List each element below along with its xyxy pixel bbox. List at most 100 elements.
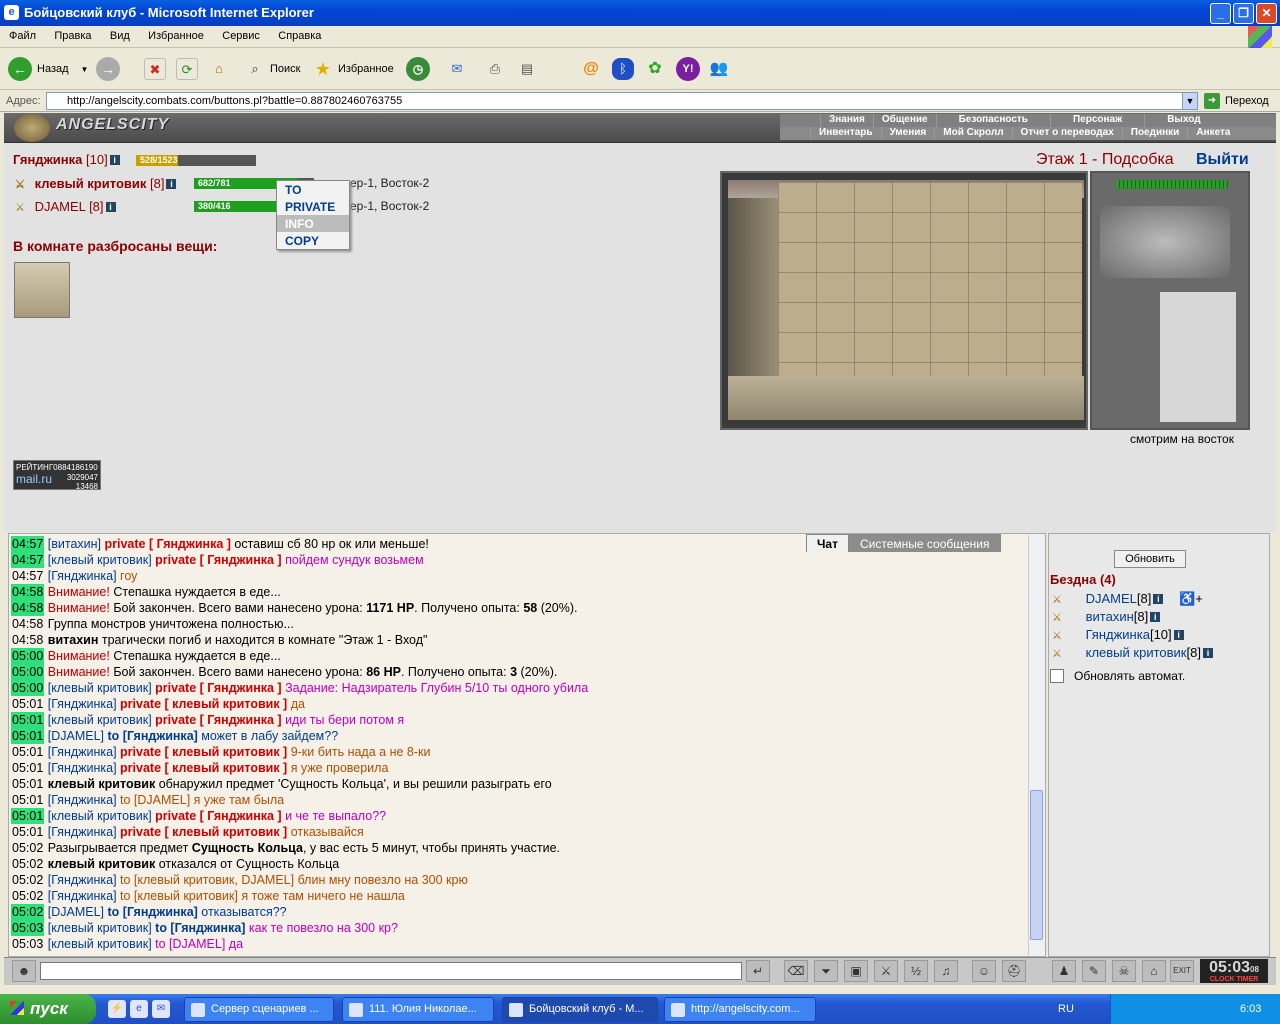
task-fight-club[interactable]: Бойцовский клуб - M... <box>502 997 658 1022</box>
print-button[interactable]: ⎙ <box>484 56 506 82</box>
chat-timestamp[interactable]: 05:01 <box>11 712 45 728</box>
ctx-copy[interactable]: COPY <box>277 232 349 249</box>
nav-transfers[interactable]: Отчет о переводах <box>1011 127 1122 140</box>
chat-timestamp[interactable]: 05:01 <box>11 824 44 840</box>
minimize-button[interactable]: _ <box>1210 3 1231 24</box>
split-icon[interactable]: ½ <box>904 960 928 982</box>
nav-skills[interactable]: Умения <box>880 127 935 140</box>
chat-recipient[interactable]: private [ Гянджинка ] <box>155 713 285 727</box>
chat-timestamp[interactable]: 05:00 <box>11 664 45 680</box>
chat-sender[interactable]: [клевый критовик] <box>48 937 155 951</box>
chat-timestamp[interactable]: 05:03 <box>11 920 45 936</box>
send-arrow-icon[interactable]: ↵ <box>746 960 770 982</box>
smile-icon[interactable]: ☺ <box>972 960 996 982</box>
edit-button[interactable]: ▤ <box>516 56 538 82</box>
menu-tools[interactable]: Сервис <box>213 26 266 42</box>
mailru-agent-button[interactable]: @ <box>580 56 602 82</box>
history-button[interactable]: ◷ <box>406 56 430 82</box>
chat-recipient[interactable]: private [ клевый критовик ] <box>120 745 291 759</box>
search-button[interactable]: ⌕ Поиск <box>244 56 300 82</box>
chat-sender[interactable]: [DJAMEL] <box>48 729 108 743</box>
close-button[interactable]: ✕ <box>1256 3 1277 24</box>
chat-recipient[interactable]: private [ Гянджинка ] <box>104 537 234 551</box>
chat-timestamp[interactable]: 05:01 <box>11 792 44 808</box>
scroll-item-icon[interactable] <box>14 262 70 318</box>
chat-recipient[interactable]: to [Гянджинка] <box>155 921 249 935</box>
dropdown-icon[interactable]: ▼ <box>81 65 89 74</box>
chat-timestamp[interactable]: 05:02 <box>11 856 44 872</box>
chat-timestamp[interactable]: 05:01 <box>11 744 44 760</box>
info-icon[interactable]: i <box>1153 594 1164 604</box>
start-button[interactable]: пуск <box>0 994 96 1024</box>
bluetooth-button[interactable]: ᛒ <box>612 56 634 82</box>
sound-icon[interactable]: ♫ <box>934 960 958 982</box>
chair-icon[interactable]: ⌂ <box>1142 960 1166 982</box>
chat-timestamp[interactable]: 05:03 <box>11 936 44 952</box>
player-name[interactable]: клевый критовик <box>35 176 147 191</box>
chat-timestamp[interactable]: 04:58 <box>11 584 45 600</box>
navigation-compass-icon[interactable] <box>1100 206 1230 278</box>
tab-chat[interactable]: Чат <box>806 534 849 552</box>
chat-timestamp[interactable]: 04:58 <box>11 632 44 648</box>
chat-recipient[interactable]: private [ клевый критовик ] <box>120 697 291 711</box>
yahoo-button[interactable]: Y! <box>676 56 700 82</box>
player-row[interactable]: ⚔ DJAMEL [8] i <box>15 199 116 214</box>
info-icon[interactable]: i <box>105 202 116 212</box>
menu-file[interactable]: Файл <box>0 26 42 42</box>
helmet-icon[interactable]: ⛑ <box>1002 960 1026 982</box>
filter-icon[interactable]: ⏷ <box>814 960 838 982</box>
task-scenario-server[interactable]: Сервер сценариев ... <box>184 997 334 1022</box>
exit-icon[interactable]: EXIT <box>1170 960 1194 982</box>
chat-recipient[interactable]: private [ клевый критовик ] <box>120 825 291 839</box>
home-button[interactable]: ⌂ <box>208 56 230 82</box>
smiley-face-icon[interactable]: ☻ <box>12 960 36 982</box>
self-player[interactable]: Гянджинка [10] i <box>13 152 120 167</box>
eraser-icon[interactable]: ⌫ <box>784 960 808 982</box>
chat-timestamp[interactable]: 05:01 <box>11 808 45 824</box>
exit-link[interactable]: Выйти <box>1196 151 1249 169</box>
room-player[interactable]: ⚔ DJAMEL[8] i ♿+ <box>1052 591 1203 609</box>
stop-button[interactable]: ✖ <box>144 56 166 82</box>
nav-security[interactable]: Безопасность <box>935 114 1050 127</box>
skull-icon[interactable]: ☠ <box>1112 960 1136 982</box>
chat-timestamp[interactable]: 05:01 <box>11 728 45 744</box>
chat-sender[interactable]: [клевый критовик] <box>48 921 155 935</box>
favorites-button[interactable]: ★ Избранное <box>312 56 394 82</box>
chat-sender[interactable]: [Гянджинка] <box>48 761 120 775</box>
nav-inventory[interactable]: Инвентарь <box>810 127 881 140</box>
info-icon[interactable]: i <box>109 155 120 165</box>
room-player[interactable]: ⚔ витахин[8] i <box>1052 609 1161 627</box>
ie-quicklaunch-icon[interactable]: e <box>130 1000 148 1018</box>
figure-icon[interactable]: ♟ <box>1052 960 1076 982</box>
chat-timestamp[interactable]: 04:57 <box>11 568 44 584</box>
quicklaunch-icon[interactable]: ⚡ <box>108 1000 126 1018</box>
chat-timestamp[interactable]: 04:58 <box>11 616 44 632</box>
menu-view[interactable]: Вид <box>101 26 136 42</box>
scroll-icon[interactable]: ✎ <box>1082 960 1106 982</box>
menu-help[interactable]: Справка <box>269 26 327 42</box>
chat-recipient[interactable]: to [Гянджинка] <box>108 905 202 919</box>
chat-recipient[interactable]: private [ клевый критовик ] <box>120 761 291 775</box>
refresh-button[interactable]: ⟳ <box>176 56 198 82</box>
chat-sender[interactable]: [DJAMEL] <box>48 905 108 919</box>
chat-timestamp[interactable]: 05:01 <box>11 760 44 776</box>
tab-system-messages[interactable]: Системные сообщения <box>848 534 1001 552</box>
player-row[interactable]: ⚔ клевый критовик [8] i <box>15 176 177 191</box>
chat-timestamp[interactable]: 04:58 <box>11 600 45 616</box>
chat-timestamp[interactable]: 04:57 <box>11 536 45 552</box>
info-icon[interactable]: i <box>1202 648 1213 658</box>
nav-communication[interactable]: Общение <box>872 114 936 127</box>
info-icon[interactable]: i <box>166 179 177 189</box>
chat-recipient[interactable]: private [ Гянджинка ] <box>155 553 285 567</box>
nav-duels[interactable]: Поединки <box>1121 127 1188 140</box>
address-input[interactable]: http://angelscity.combats.com/buttons.pl… <box>46 92 1198 110</box>
nav-exit[interactable]: Выход <box>1144 114 1222 127</box>
chat-recipient[interactable]: private [ Гянджинка ] <box>155 809 285 823</box>
self-name[interactable]: Гянджинка <box>13 152 82 167</box>
checkbox-icon[interactable] <box>1050 669 1064 683</box>
chat-sender[interactable]: [Гянджинка] <box>48 825 120 839</box>
nav-character[interactable]: Персонаж <box>1049 114 1144 127</box>
chat-timestamp[interactable]: 05:00 <box>11 680 45 696</box>
chat-timestamp[interactable]: 05:02 <box>11 840 44 856</box>
add-contact-icon[interactable]: ♿+ <box>1179 591 1203 606</box>
